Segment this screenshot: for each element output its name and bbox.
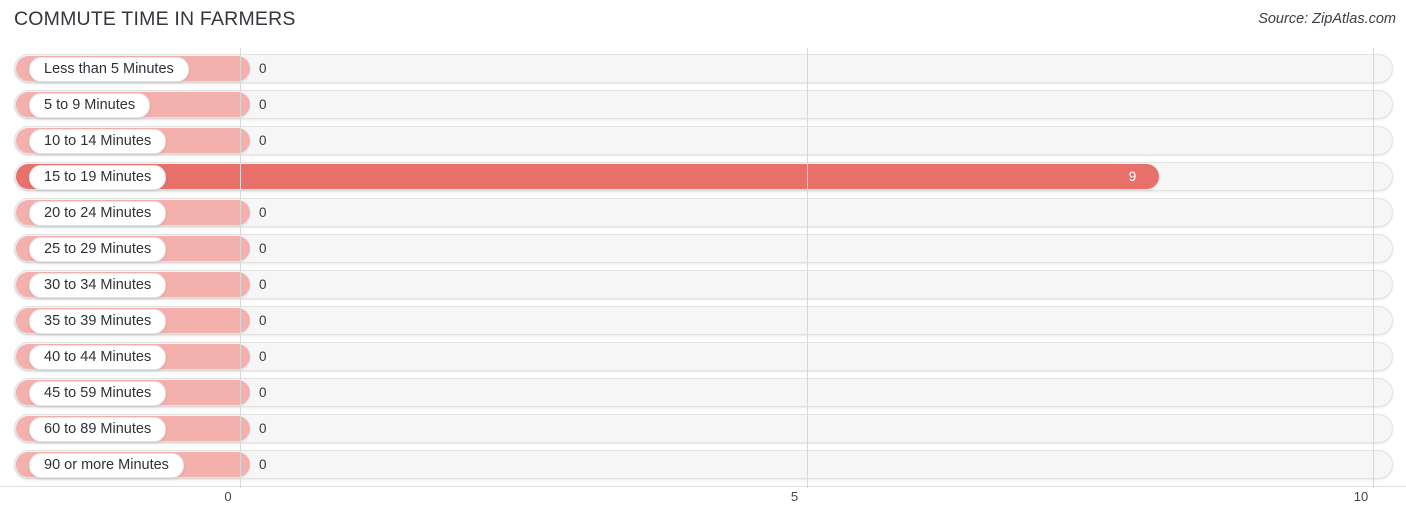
bar-category-label: 25 to 29 Minutes xyxy=(29,237,167,262)
bar-row[interactable]: 90 or more Minutes 0 xyxy=(0,450,1406,480)
bar-value-label: 0 xyxy=(259,385,267,400)
bar-value-label: 0 xyxy=(259,97,267,112)
bar-category-label: 10 to 14 Minutes xyxy=(29,129,167,154)
bar-value-label: 0 xyxy=(259,241,267,256)
bar-row[interactable]: 60 to 89 Minutes 0 xyxy=(0,414,1406,444)
bar-value-label: 0 xyxy=(259,421,267,436)
bar-row[interactable]: 10 to 14 Minutes 0 xyxy=(0,126,1406,156)
bar-category-label: 40 to 44 Minutes xyxy=(29,345,167,370)
bar-category-label: 5 to 9 Minutes xyxy=(29,93,151,118)
gridline xyxy=(1373,48,1374,488)
bar-category-label: 35 to 39 Minutes xyxy=(29,309,167,334)
page-title: COMMUTE TIME IN FARMERS xyxy=(14,8,296,30)
source-attribution: Source: ZipAtlas.com xyxy=(1258,11,1396,27)
bar-category-label: 15 to 19 Minutes xyxy=(29,165,167,190)
plot-area: Less than 5 Minutes 0 5 to 9 Minutes 0 10 to… xyxy=(0,48,1406,488)
x-axis: 0 5 10 xyxy=(0,486,1406,522)
bar-value-label: 0 xyxy=(259,205,267,220)
bar-row[interactable]: 30 to 34 Minutes 0 xyxy=(0,270,1406,300)
bar-value-label: 0 xyxy=(259,313,267,328)
x-axis-line xyxy=(0,486,1406,487)
bar-category-label: 90 or more Minutes xyxy=(29,453,184,478)
bar-category-label: Less than 5 Minutes xyxy=(29,57,189,82)
bar-row[interactable]: 5 to 9 Minutes 0 xyxy=(0,90,1406,120)
bar-row[interactable]: 15 to 19 Minutes 9 xyxy=(0,162,1406,192)
x-axis-tick: 5 xyxy=(790,489,799,504)
bar-row[interactable]: 20 to 24 Minutes 0 xyxy=(0,198,1406,228)
x-axis-tick: 10 xyxy=(1353,489,1369,504)
bar-value-label: 0 xyxy=(259,61,267,76)
bar-row[interactable]: Less than 5 Minutes 0 xyxy=(0,54,1406,84)
bar-value-label: 0 xyxy=(259,133,267,148)
bar-row[interactable]: 45 to 59 Minutes 0 xyxy=(0,378,1406,408)
chart-header: COMMUTE TIME IN FARMERS Source: ZipAtlas… xyxy=(0,0,1406,44)
x-axis-tick: 0 xyxy=(224,489,232,504)
bar-fill xyxy=(16,164,1159,189)
gridline xyxy=(806,48,808,488)
bar-value-label: 9 xyxy=(1128,169,1137,184)
bar-value-label: 0 xyxy=(259,457,267,472)
bar-category-label: 45 to 59 Minutes xyxy=(29,381,167,406)
bar-value-label: 0 xyxy=(259,277,267,292)
bar-category-label: 60 to 89 Minutes xyxy=(29,417,167,442)
bar-row[interactable]: 35 to 39 Minutes 0 xyxy=(0,306,1406,336)
bar-category-label: 20 to 24 Minutes xyxy=(29,201,167,226)
gridline xyxy=(240,48,241,488)
bar-row[interactable]: 25 to 29 Minutes 0 xyxy=(0,234,1406,264)
bar-value-label: 0 xyxy=(259,349,267,364)
bar-category-label: 30 to 34 Minutes xyxy=(29,273,167,298)
bar-row[interactable]: 40 to 44 Minutes 0 xyxy=(0,342,1406,372)
